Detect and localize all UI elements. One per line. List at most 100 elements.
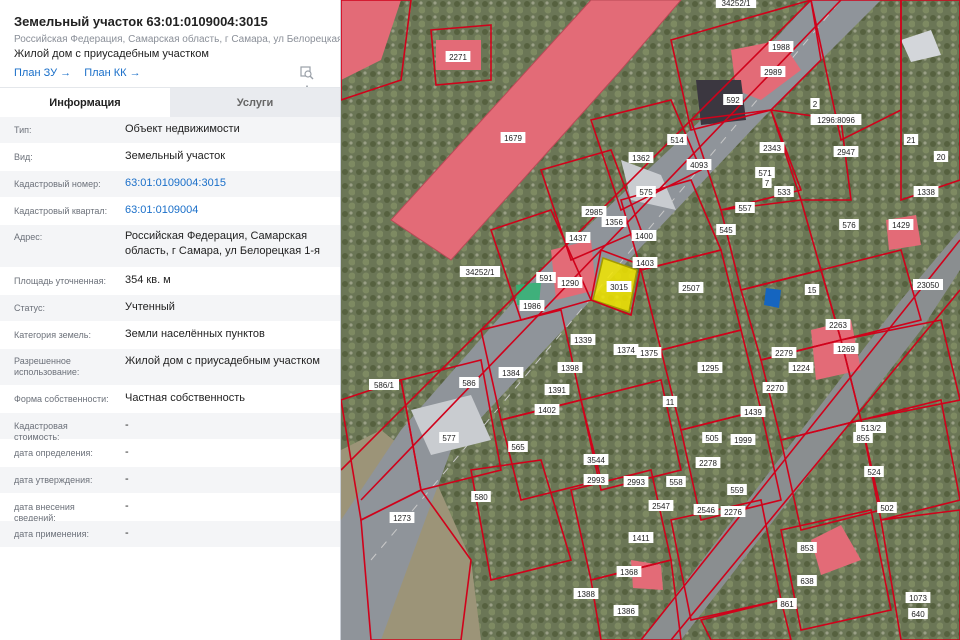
info-row: Вид: Земельный участок: [0, 144, 340, 171]
parcel-number-label[interactable]: 1290: [561, 279, 579, 288]
parcel-number-label[interactable]: 855: [856, 434, 870, 443]
parcel-number-label[interactable]: 1437: [569, 234, 587, 243]
parcel-number-label[interactable]: 4093: [690, 161, 708, 170]
parcel-number-label[interactable]: 3544: [587, 456, 605, 465]
parcel-number-label[interactable]: 1679: [504, 134, 522, 143]
parcel-number-label[interactable]: 2547: [652, 502, 670, 511]
parcel-number-label[interactable]: 1273: [393, 514, 411, 523]
parcel-number-label[interactable]: 513/2: [861, 424, 882, 433]
parcel-number-label[interactable]: 1368: [620, 568, 638, 577]
parcel-number-label[interactable]: 2989: [764, 68, 782, 77]
tab-services[interactable]: Услуги: [170, 88, 340, 118]
parcel-number-label[interactable]: 2993: [627, 478, 645, 487]
parcel-number-label[interactable]: 1375: [640, 349, 658, 358]
parcel-number-label[interactable]: 640: [911, 610, 925, 619]
parcel-number-label[interactable]: 1402: [538, 406, 556, 415]
parcel-number-label[interactable]: 1411: [632, 534, 650, 543]
parcel-number-label[interactable]: 1356: [605, 218, 623, 227]
parcel-number-label[interactable]: 21: [907, 136, 916, 145]
parcel-title: Земельный участок 63:01:0109004:3015: [14, 14, 268, 29]
info-row-value: Объект недвижимости: [125, 123, 240, 135]
parcel-number-label[interactable]: 565: [511, 443, 525, 452]
parcel-number-label[interactable]: 1296:8096: [817, 116, 855, 125]
parcel-number-label[interactable]: 23050: [917, 281, 940, 290]
parcel-number-label[interactable]: 533: [777, 188, 791, 197]
parcel-number-label[interactable]: 2271: [449, 53, 467, 62]
plan-links: План ЗУ → План КК →: [14, 67, 151, 79]
parcel-number-label[interactable]: 1400: [635, 232, 653, 241]
parcel-number-label[interactable]: 1224: [792, 364, 810, 373]
parcel-number-label[interactable]: 1339: [574, 336, 592, 345]
parcel-number-label[interactable]: 1403: [636, 259, 654, 268]
parcel-number-label[interactable]: 577: [442, 434, 456, 443]
parcel-number-label[interactable]: 2985: [585, 208, 603, 217]
parcel-number-label[interactable]: 1338: [917, 188, 935, 197]
parcel-number-label[interactable]: 2279: [775, 349, 793, 358]
parcel-number-label[interactable]: 2343: [763, 144, 781, 153]
zoom-search-icon[interactable]: [300, 66, 314, 85]
parcel-number-label[interactable]: 2263: [829, 321, 847, 330]
parcel-number-label[interactable]: 558: [669, 478, 683, 487]
parcel-number-label[interactable]: 2546: [697, 506, 715, 515]
parcel-number-label[interactable]: 34252/1: [466, 268, 495, 277]
parcel-number-label[interactable]: 592: [726, 96, 740, 105]
parcel-number-label[interactable]: 580: [474, 493, 488, 502]
parcel-number-label[interactable]: 2: [813, 100, 818, 109]
parcel-number-label[interactable]: 638: [800, 577, 814, 586]
parcel-number-label[interactable]: 2507: [682, 284, 700, 293]
info-row-link[interactable]: 63:01:0109004: [125, 203, 335, 218]
parcel-number-label[interactable]: 1073: [909, 594, 927, 603]
parcel-number-label[interactable]: 576: [842, 221, 856, 230]
parcel-number-label[interactable]: 1429: [892, 221, 910, 230]
parcel-number-label[interactable]: 505: [705, 434, 719, 443]
info-row-link[interactable]: 63:01:0109004:3015: [125, 176, 335, 191]
parcel-number-label[interactable]: 20: [937, 153, 946, 162]
parcel-number-label[interactable]: 514: [670, 136, 684, 145]
parcel-number-label[interactable]: 1374: [617, 346, 635, 355]
parcel-number-label[interactable]: 2270: [766, 384, 784, 393]
parcel-number-label[interactable]: 571: [758, 169, 772, 178]
parcel-number-label[interactable]: 3015: [610, 283, 628, 292]
parcel-number-label[interactable]: 557: [738, 204, 752, 213]
parcel-number-label[interactable]: 2278: [699, 459, 717, 468]
info-row: Площадь уточненная: 354 кв. м: [0, 268, 340, 295]
parcel-number-label[interactable]: 1384: [502, 369, 520, 378]
parcel-number-label[interactable]: 2947: [837, 148, 855, 157]
parcel-number-label[interactable]: 1388: [577, 590, 595, 599]
tab-information[interactable]: Информация: [0, 88, 170, 118]
parcel-number-label[interactable]: 1988: [772, 43, 790, 52]
parcel-number-label[interactable]: 502: [880, 504, 894, 513]
cadastral-map[interactable]: 34252/1 1988 2989 592 2 1296:8096 2947 21 20 1338…: [341, 0, 960, 640]
parcel-number-label[interactable]: 11: [666, 398, 675, 407]
parcel-number-label[interactable]: 1986: [523, 302, 541, 311]
parcel-number-label[interactable]: 575: [639, 188, 653, 197]
parcel-number-label[interactable]: 524: [867, 468, 881, 477]
parcel-number-label[interactable]: 2993: [587, 476, 605, 485]
parcel-number-label[interactable]: 1398: [561, 364, 579, 373]
parcel-number-label[interactable]: 1999: [734, 436, 752, 445]
info-row: Кадастровый квартал: 63:01:0109004: [0, 198, 340, 225]
plan-zu-link[interactable]: План ЗУ →: [14, 67, 71, 79]
parcel-number-label[interactable]: 7: [765, 179, 770, 188]
parcel-number-label[interactable]: 1439: [744, 408, 762, 417]
info-row: Категория земель: Земли населённых пункто…: [0, 322, 340, 349]
info-row-label: дата определения:: [14, 448, 93, 458]
parcel-number-label[interactable]: 1386: [617, 607, 635, 616]
parcel-number-label[interactable]: 586: [462, 379, 476, 388]
parcel-number-label[interactable]: 861: [780, 600, 794, 609]
building-1290: [551, 240, 596, 300]
parcel-number-label[interactable]: 1391: [548, 386, 566, 395]
parcel-number-label[interactable]: 586/1: [374, 381, 395, 390]
parcel-number-label[interactable]: 1362: [632, 154, 650, 163]
parcel-number-label[interactable]: 559: [730, 486, 744, 495]
parcel-number-label[interactable]: 15: [808, 286, 817, 295]
plan-kk-link[interactable]: План КК →: [84, 67, 140, 79]
parcel-number-label[interactable]: 853: [800, 544, 814, 553]
parcel-number-label[interactable]: 591: [539, 274, 553, 283]
parcel-number-label[interactable]: 1295: [701, 364, 719, 373]
map-canvas[interactable]: 34252/1 1988 2989 592 2 1296:8096 2947 21 20 1338…: [341, 0, 960, 640]
parcel-number-label[interactable]: 34252/1: [722, 0, 751, 8]
parcel-number-label[interactable]: 1269: [837, 345, 855, 354]
parcel-number-label[interactable]: 2276: [724, 508, 742, 517]
parcel-number-label[interactable]: 545: [719, 226, 733, 235]
